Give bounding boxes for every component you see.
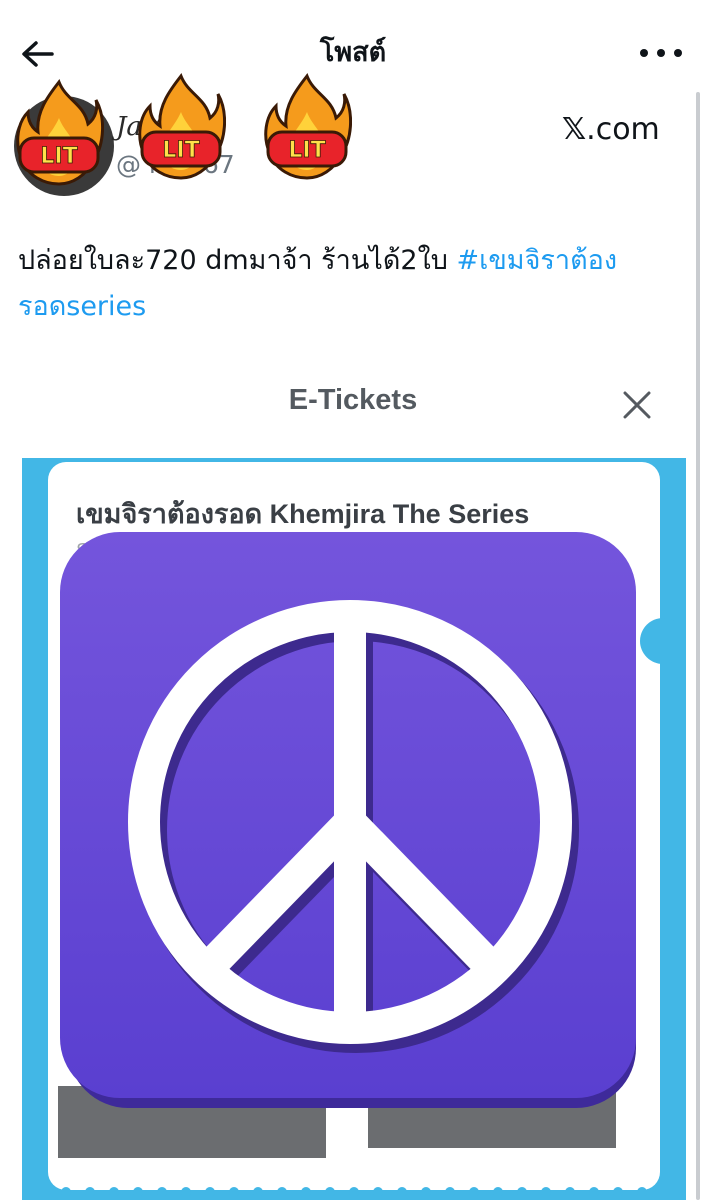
lit-fire-sticker: LIT xyxy=(138,73,226,180)
peace-icon xyxy=(60,532,636,1108)
lit-fire-sticker: LIT xyxy=(16,79,104,186)
ticket-event-name: เขมจิราต้องรอด Khemjira The Series xyxy=(76,499,530,529)
lit-text: LIT xyxy=(40,144,77,169)
ticket-notch xyxy=(640,618,686,664)
tweet-text: ปล่อยใบละ720 dmมาจ้า ร้านได้2ใบ #เขมจิรา… xyxy=(18,238,688,330)
x-logo-icon: 𝕏 xyxy=(562,112,587,147)
source-domain: .com xyxy=(586,112,660,147)
tweet-body: ปล่อยใบละ720 dmมาจ้า ร้านได้2ใบ xyxy=(18,245,457,276)
lit-fire-sticker: LIT xyxy=(264,73,352,180)
page-title: โพสต์ xyxy=(319,37,387,68)
ticket-perforation xyxy=(61,1187,647,1197)
close-icon xyxy=(623,391,651,419)
lit-text: LIT xyxy=(288,138,325,163)
more-options-icon[interactable] xyxy=(636,38,686,68)
scrollbar[interactable] xyxy=(696,92,700,1200)
lit-text: LIT xyxy=(162,138,199,163)
source-watermark: 𝕏.com xyxy=(562,112,660,147)
eticket-header: E-Tickets xyxy=(288,384,418,416)
